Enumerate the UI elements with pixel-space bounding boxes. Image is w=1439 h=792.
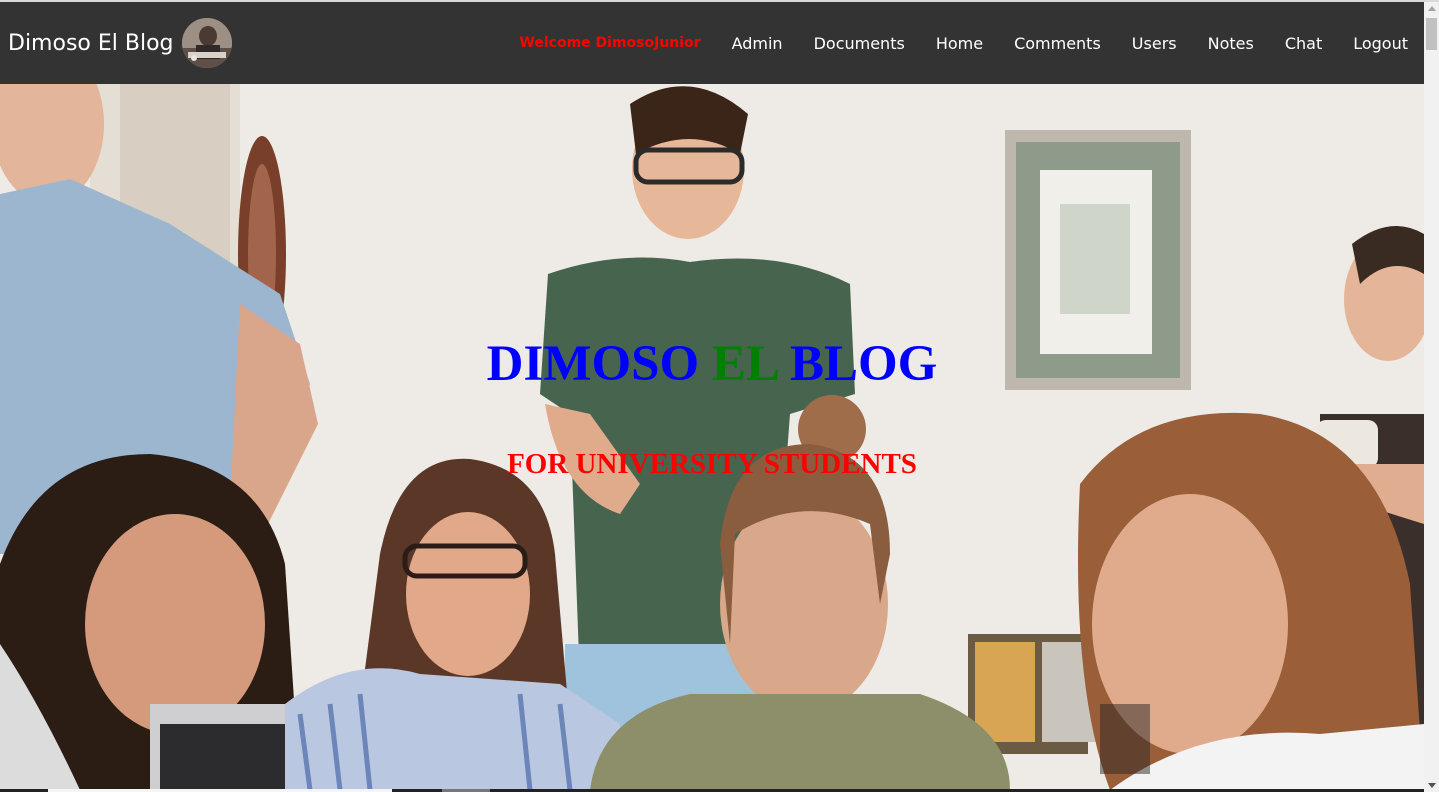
- scroll-thumb[interactable]: [1426, 18, 1437, 50]
- navbar: Dimoso El Blog Welcome DimosoJunior Admi…: [0, 2, 1424, 84]
- vertical-scrollbar[interactable]: [1424, 2, 1439, 792]
- nav-comments[interactable]: Comments: [1014, 34, 1101, 53]
- hero-title-part3: BLOG: [789, 336, 938, 392]
- nav-chat[interactable]: Chat: [1285, 34, 1322, 53]
- nav-logout[interactable]: Logout: [1353, 34, 1408, 53]
- nav-documents[interactable]: Documents: [814, 34, 905, 53]
- nav-home[interactable]: Home: [936, 34, 983, 53]
- nav-admin[interactable]: Admin: [732, 34, 783, 53]
- nav-users[interactable]: Users: [1132, 34, 1177, 53]
- nav-notes[interactable]: Notes: [1208, 34, 1254, 53]
- brand-title: Dimoso El Blog: [8, 30, 174, 56]
- scroll-up-icon[interactable]: [1428, 6, 1436, 11]
- main-nav: Welcome DimosoJunior Admin Documents Hom…: [519, 2, 1408, 84]
- welcome-user-link[interactable]: Welcome DimosoJunior: [519, 35, 700, 51]
- hero-title-part1: DIMOSO: [486, 336, 700, 392]
- hero-title-part2: EL: [711, 336, 778, 392]
- scroll-down-icon[interactable]: [1428, 783, 1436, 788]
- avatar: [181, 18, 232, 68]
- brand-link[interactable]: Dimoso El Blog: [8, 2, 232, 84]
- hero-title: DIMOSO EL BLOG: [0, 332, 1424, 396]
- hero-section: DIMOSO EL BLOG FOR UNIVERSITY STUDENTS: [0, 84, 1424, 790]
- hero-subtitle: FOR UNIVERSITY STUDENTS: [507, 448, 917, 480]
- hero-background-image: [0, 84, 1424, 790]
